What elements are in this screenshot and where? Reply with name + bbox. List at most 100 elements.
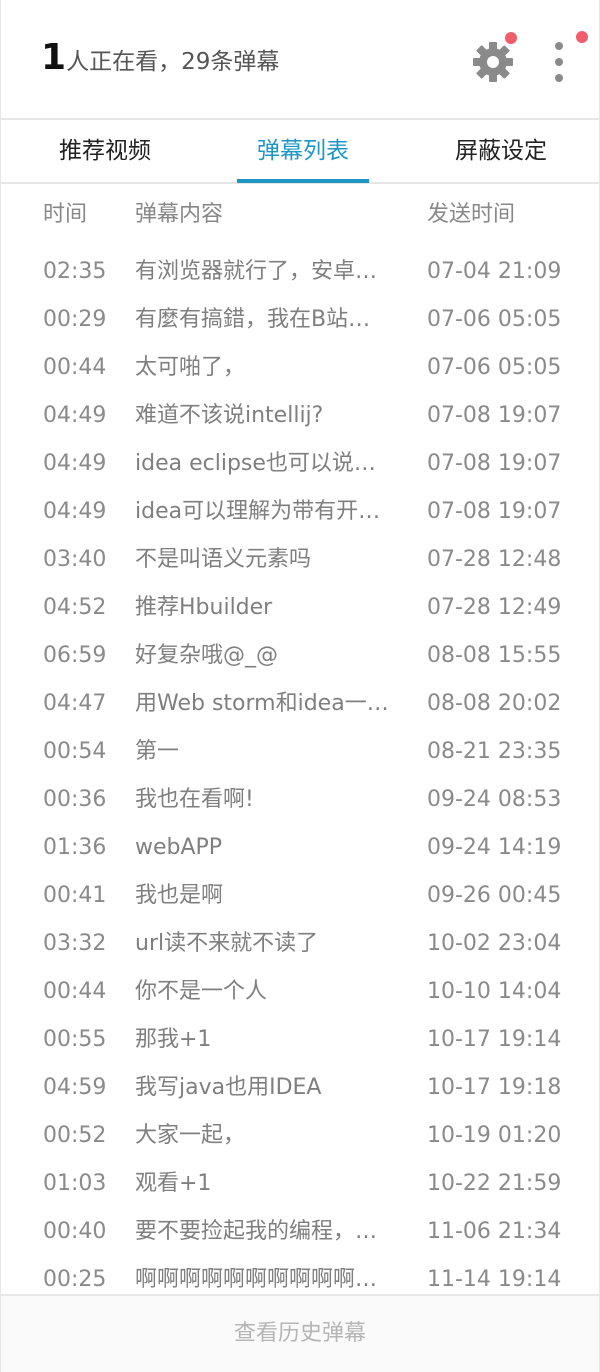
danmaku-video-time: 04:47: [43, 691, 107, 716]
danmaku-sent-time: 10-22 21:59: [427, 1171, 562, 1196]
danmaku-panel: 1 人正在看，29条弹幕 推荐视频 弹幕列表 屏蔽设定 时间 弹幕内容 发送时间…: [0, 0, 600, 1372]
danmaku-sent-time: 09-24 14:19: [427, 835, 562, 860]
more-options-button[interactable]: [541, 31, 588, 86]
danmaku-video-time: 00:40: [43, 1219, 107, 1244]
danmaku-sent-time: 10-17 19:18: [427, 1075, 562, 1100]
danmaku-sent-time: 07-28 12:48: [427, 547, 562, 572]
danmaku-sent-time: 07-08 19:07: [427, 451, 562, 476]
danmaku-content: 观看+1: [135, 1171, 212, 1196]
danmaku-sent-time: 08-21 23:35: [427, 739, 562, 764]
danmaku-content: 太可啪了，: [135, 355, 246, 380]
danmaku-content: 那我+1: [135, 1027, 212, 1052]
active-tab-indicator: [237, 179, 369, 183]
list-item[interactable]: 01:36 webAPP 09-24 14:19: [1, 824, 599, 872]
list-item[interactable]: 03:32 url读不来就不读了 10-02 23:04: [1, 920, 599, 968]
danmaku-video-time: 04:49: [43, 403, 107, 428]
viewer-summary: 人正在看，29条弹幕: [66, 49, 280, 75]
danmaku-video-time: 00:36: [43, 787, 107, 812]
list-item[interactable]: 00:25 啊啊啊啊啊啊啊啊啊啊… 11-14 19:14: [1, 1256, 599, 1294]
danmaku-sent-time: 08-08 20:02: [427, 691, 562, 716]
tab-danmaku-list[interactable]: 弹幕列表: [237, 120, 369, 182]
view-history-button[interactable]: 查看历史弹幕: [1, 1294, 599, 1372]
list-item[interactable]: 00:44 太可啪了， 07-06 05:05: [1, 344, 599, 392]
tab-bar: 推荐视频 弹幕列表 屏蔽设定: [1, 120, 599, 184]
list-item[interactable]: 01:03 观看+1 10-22 21:59: [1, 1160, 599, 1208]
list-item[interactable]: 04:49 idea eclipse也可以说… 07-08 19:07: [1, 440, 599, 488]
list-item[interactable]: 00:40 要不要捡起我的编程，… 11-06 21:34: [1, 1208, 599, 1256]
tab-block-settings[interactable]: 屏蔽设定: [453, 120, 549, 182]
list-item[interactable]: 00:55 那我+1 10-17 19:14: [1, 1016, 599, 1064]
list-item[interactable]: 00:36 我也在看啊! 09-24 08:53: [1, 776, 599, 824]
danmaku-content: 难道不该说intellij?: [135, 403, 324, 428]
danmaku-content: 用Web storm和idea一…: [135, 691, 389, 716]
column-header-sent-time: 发送时间: [427, 202, 516, 227]
danmaku-video-time: 01:03: [43, 1171, 107, 1196]
danmaku-content: 第一: [135, 739, 180, 764]
list-item[interactable]: 02:35 有浏览器就行了，安卓… 07-04 21:09: [1, 248, 599, 296]
danmaku-sent-time: 09-24 08:53: [427, 787, 562, 812]
danmaku-list[interactable]: 02:35 有浏览器就行了，安卓… 07-04 21:09 00:29 有麼有搞錯，我在…: [1, 248, 599, 1294]
list-item[interactable]: 04:52 推荐Hbuilder 07-28 12:49: [1, 584, 599, 632]
danmaku-sent-time: 11-06 21:34: [427, 1219, 562, 1244]
list-header: 时间 弹幕内容 发送时间: [1, 196, 599, 236]
danmaku-sent-time: 10-10 14:04: [427, 979, 562, 1004]
danmaku-video-time: 04:59: [43, 1075, 107, 1100]
danmaku-video-time: 00:52: [43, 1123, 107, 1148]
danmaku-content: 推荐Hbuilder: [135, 595, 273, 620]
list-item[interactable]: 03:40 不是叫语义元素吗 07-28 12:48: [1, 536, 599, 584]
danmaku-sent-time: 07-04 21:09: [427, 259, 562, 284]
danmaku-video-time: 00:44: [43, 979, 107, 1004]
danmaku-content: idea eclipse也可以说…: [135, 451, 376, 476]
danmaku-content: 啊啊啊啊啊啊啊啊啊啊…: [135, 1267, 378, 1292]
danmaku-sent-time: 07-08 19:07: [427, 403, 562, 428]
danmaku-content: 我写java也用IDEA: [135, 1075, 322, 1100]
danmaku-sent-time: 07-06 05:05: [427, 307, 562, 332]
danmaku-content: 你不是一个人: [135, 979, 268, 1004]
danmaku-sent-time: 10-19 01:20: [427, 1123, 562, 1148]
danmaku-content: idea可以理解为带有开…: [135, 499, 381, 524]
danmaku-video-time: 00:55: [43, 1027, 107, 1052]
danmaku-content: 要不要捡起我的编程，…: [135, 1219, 378, 1244]
list-item[interactable]: 00:52 大家一起， 10-19 01:20: [1, 1112, 599, 1160]
danmaku-content: 有麼有搞錯，我在B站…: [135, 307, 371, 332]
danmaku-video-time: 02:35: [43, 259, 107, 284]
tab-recommended-videos[interactable]: 推荐视频: [57, 120, 153, 182]
danmaku-video-time: 04:52: [43, 595, 107, 620]
danmaku-video-time: 06:59: [43, 643, 107, 668]
settings-button[interactable]: [469, 32, 517, 84]
list-item[interactable]: 00:29 有麼有搞錯，我在B站… 07-06 05:05: [1, 296, 599, 344]
danmaku-content: 大家一起，: [135, 1123, 246, 1148]
list-item[interactable]: 04:59 我写java也用IDEA 10-17 19:18: [1, 1064, 599, 1112]
list-item[interactable]: 04:49 难道不该说intellij? 07-08 19:07: [1, 392, 599, 440]
danmaku-video-time: 00:44: [43, 355, 107, 380]
danmaku-sent-time: 07-28 12:49: [427, 595, 562, 620]
danmaku-sent-time: 10-17 19:14: [427, 1027, 562, 1052]
viewer-info: 1 人正在看，29条弹幕: [41, 38, 279, 82]
danmaku-sent-time: 07-06 05:05: [427, 355, 562, 380]
danmaku-content: 我也在看啊!: [135, 787, 254, 812]
danmaku-sent-time: 10-02 23:04: [427, 931, 562, 956]
list-item[interactable]: 06:59 好复杂哦@_@ 08-08 15:55: [1, 632, 599, 680]
danmaku-content: url读不来就不读了: [135, 931, 319, 956]
danmaku-video-time: 03:32: [43, 931, 107, 956]
more-notification-dot: [576, 31, 588, 43]
danmaku-sent-time: 07-08 19:07: [427, 499, 562, 524]
danmaku-video-time: 00:41: [43, 883, 107, 908]
danmaku-video-time: 00:54: [43, 739, 107, 764]
danmaku-content: webAPP: [135, 835, 223, 860]
list-item[interactable]: 00:54 第一 08-21 23:35: [1, 728, 599, 776]
danmaku-content: 我也是啊: [135, 883, 224, 908]
danmaku-video-time: 00:29: [43, 307, 107, 332]
list-item[interactable]: 04:49 idea可以理解为带有开… 07-08 19:07: [1, 488, 599, 536]
danmaku-content: 有浏览器就行了，安卓…: [135, 259, 378, 284]
danmaku-video-time: 04:49: [43, 499, 107, 524]
list-item[interactable]: 04:47 用Web storm和idea一… 08-08 20:02: [1, 680, 599, 728]
danmaku-sent-time: 09-26 00:45: [427, 883, 562, 908]
danmaku-content: 好复杂哦@_@: [135, 643, 279, 668]
danmaku-sent-time: 11-14 19:14: [427, 1267, 562, 1292]
danmaku-video-time: 04:49: [43, 451, 107, 476]
column-header-content: 弹幕内容: [135, 202, 224, 227]
column-header-time: 时间: [43, 202, 88, 227]
list-item[interactable]: 00:44 你不是一个人 10-10 14:04: [1, 968, 599, 1016]
list-item[interactable]: 00:41 我也是啊 09-26 00:45: [1, 872, 599, 920]
